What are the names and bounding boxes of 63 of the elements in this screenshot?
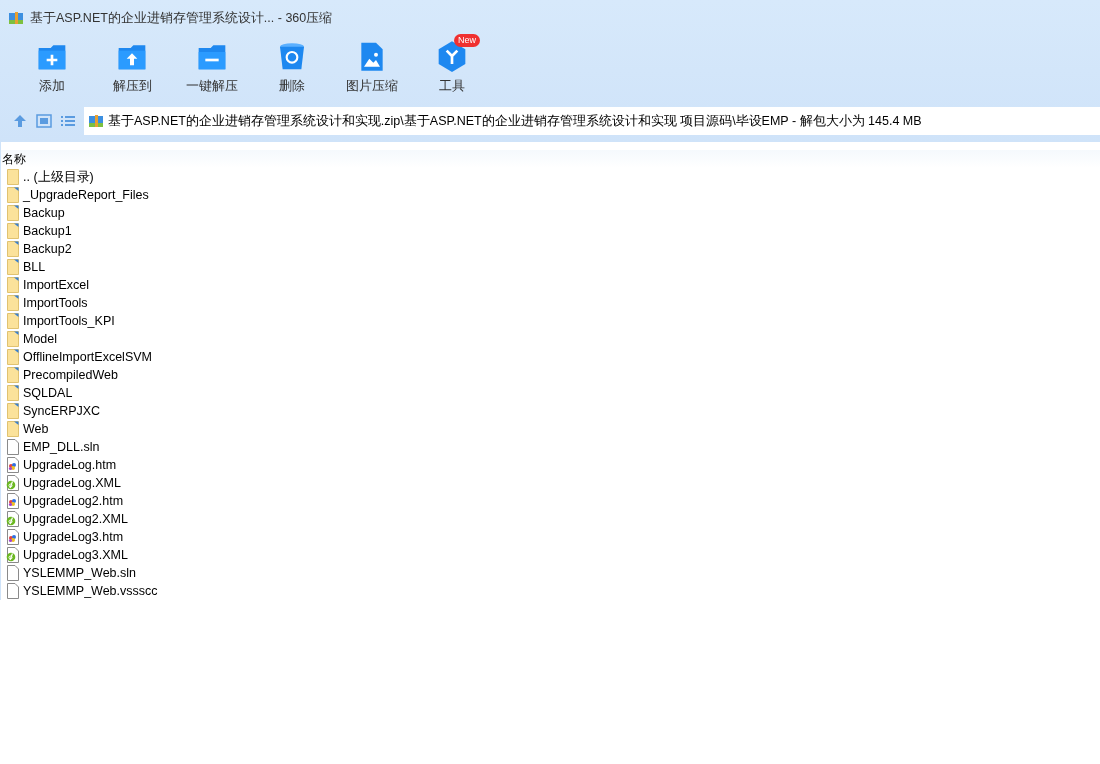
toolbar-button[interactable]: 删除: [252, 36, 332, 100]
file-name[interactable]: ImportTools_KPI: [23, 314, 115, 328]
file-name[interactable]: Web: [23, 422, 49, 436]
new-badge: New: [454, 34, 480, 47]
folder-icon: [5, 367, 21, 383]
folder-icon: [5, 187, 21, 203]
toolbar-button[interactable]: 解压到: [92, 36, 172, 100]
file-name[interactable]: ImportTools: [23, 296, 88, 310]
archive-icon: [88, 113, 104, 129]
file-icon: [5, 439, 21, 455]
column-header[interactable]: 名称: [1, 150, 26, 168]
folder-icon: [5, 313, 21, 329]
file-name[interactable]: EMP_DLL.sln: [23, 440, 100, 454]
folder-icon: [5, 331, 21, 347]
list-view-icon[interactable]: [60, 114, 76, 128]
folder-icon: [5, 205, 21, 221]
circle-file-icon: [5, 511, 21, 527]
toolbar-button[interactable]: New 工具: [412, 36, 492, 100]
up-arrow-icon[interactable]: [12, 113, 28, 129]
toolbar-button[interactable]: 一键解压: [172, 36, 252, 100]
folder-icon: [5, 295, 21, 311]
file-name[interactable]: ImportExcel: [23, 278, 89, 292]
file-name[interactable]: YSLEMMP_Web.sln: [23, 566, 136, 580]
folder-icon: [5, 421, 21, 437]
file-icon: [5, 583, 21, 599]
file-name[interactable]: .. (上级目录): [23, 168, 94, 186]
file-name[interactable]: Backup: [23, 206, 65, 220]
file-name[interactable]: Backup2: [23, 242, 72, 256]
folder-icon: [5, 349, 21, 365]
dots-file-icon: [5, 493, 21, 509]
folder-icon: [5, 259, 21, 275]
file-icon: [5, 565, 21, 581]
circle-file-icon: [5, 475, 21, 491]
address-field[interactable]: 基于ASP.NET的企业进销存管理系统设计和实现.zip\基于ASP.NET的企业进销存管理系统设计和实现 项目源码\毕设EMP - 解包大小为 145.4 MB: [84, 107, 1100, 135]
dots-file-icon: [5, 529, 21, 545]
file-name[interactable]: BLL: [23, 260, 46, 274]
file-name[interactable]: PrecompiledWeb: [23, 368, 118, 382]
file-name[interactable]: SyncERPJXC: [23, 404, 101, 418]
file-name[interactable]: UpgradeLog2.htm: [23, 494, 124, 508]
folder-icon: [5, 385, 21, 401]
folder-icon: [5, 403, 21, 419]
file-name[interactable]: UpgradeLog3.htm: [23, 530, 124, 544]
folder-icon: [5, 223, 21, 239]
file-name[interactable]: _UpgradeReport_Files: [23, 188, 149, 202]
file-name[interactable]: YSLEMMP_Web.vssscc: [23, 584, 158, 598]
archive-icon: [8, 10, 24, 26]
folder-icon: [5, 169, 21, 185]
file-name[interactable]: OfflineImportExcelSVM: [23, 350, 152, 364]
file-name[interactable]: Backup1: [23, 224, 72, 238]
thumbnail-view-icon[interactable]: [36, 114, 52, 128]
window-title: 基于ASP.NET的企业进销存管理系统设计... - 360压缩: [30, 9, 333, 27]
toolbar-button[interactable]: 添加: [12, 36, 92, 100]
toolbar-button[interactable]: 图片压缩: [332, 36, 412, 100]
dots-file-icon: [5, 457, 21, 473]
file-name[interactable]: UpgradeLog3.XML: [23, 548, 128, 562]
circle-file-icon: [5, 547, 21, 563]
file-name[interactable]: UpgradeLog2.XML: [23, 512, 128, 526]
folder-icon: [5, 241, 21, 257]
file-name[interactable]: UpgradeLog.htm: [23, 458, 117, 472]
file-name[interactable]: SQLDAL: [23, 386, 73, 400]
file-name[interactable]: UpgradeLog.XML: [23, 476, 121, 490]
file-name[interactable]: Model: [23, 332, 58, 346]
folder-icon: [5, 277, 21, 293]
